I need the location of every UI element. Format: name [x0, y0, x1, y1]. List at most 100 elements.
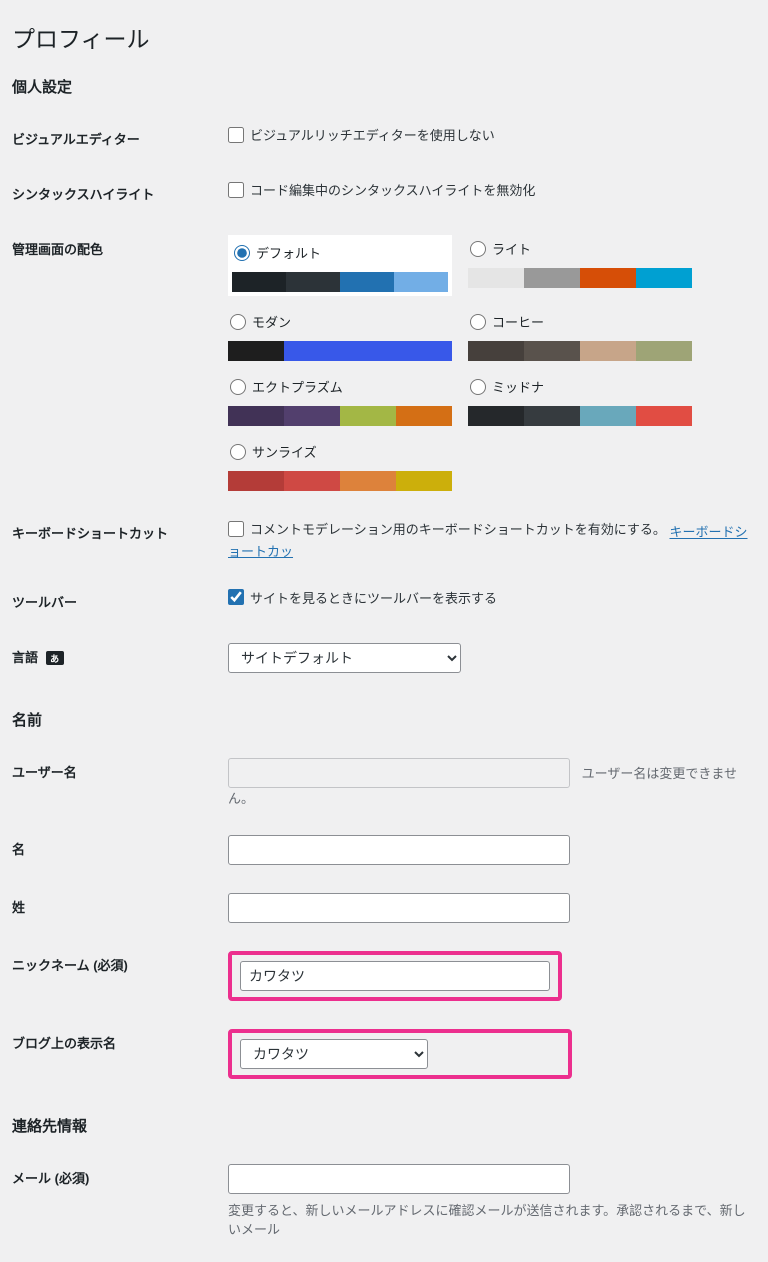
color-swatch — [636, 268, 692, 288]
color-swatch — [524, 268, 580, 288]
color-swatches — [468, 341, 692, 361]
section-name: 名前 — [12, 709, 756, 730]
color-swatch — [468, 406, 524, 426]
color-swatch — [468, 268, 524, 288]
email-label: メール (必須) — [12, 1150, 218, 1252]
language-label-text: 言語 — [12, 650, 38, 665]
color-swatch — [524, 406, 580, 426]
color-swatch — [286, 272, 340, 292]
color-scheme-option[interactable]: サンライズ — [228, 438, 452, 491]
color-scheme-option[interactable]: エクトプラズム — [228, 373, 452, 426]
display-name-highlight: カワタツ — [228, 1029, 572, 1079]
syntax-label: シンタックスハイライト — [12, 166, 218, 221]
language-label: 言語 あ — [12, 629, 218, 687]
color-swatch — [636, 406, 692, 426]
color-scheme-label[interactable]: モダン — [228, 308, 452, 341]
visual-editor-label: ビジュアルエディター — [12, 111, 218, 166]
color-scheme-name: デフォルト — [256, 243, 321, 262]
color-swatches — [228, 341, 452, 361]
color-scheme-radio[interactable] — [234, 245, 250, 261]
keyboard-checkbox[interactable] — [228, 521, 244, 537]
keyboard-label: キーボードショートカット — [12, 505, 218, 574]
color-swatch — [340, 272, 394, 292]
color-scheme-grid: デフォルト ライトモダン コーヒーエクトプラズム ミッドナサンライズ — [228, 235, 756, 491]
nickname-input[interactable] — [240, 961, 550, 991]
last-name-label: 姓 — [12, 879, 218, 937]
toolbar-checkbox-text: サイトを見るときにツールバーを表示する — [250, 588, 497, 607]
toolbar-checkbox-label[interactable]: サイトを見るときにツールバーを表示する — [228, 588, 497, 607]
keyboard-checkbox-label[interactable]: コメントモデレーション用のキーボードショートカットを有効にする。 — [228, 519, 666, 538]
color-scheme-radio[interactable] — [470, 379, 486, 395]
page-title: プロフィール — [12, 20, 756, 54]
email-input[interactable] — [228, 1164, 570, 1194]
keyboard-checkbox-text: コメントモデレーション用のキーボードショートカットを有効にする。 — [250, 519, 666, 538]
color-swatch — [468, 341, 524, 361]
color-swatch — [228, 406, 284, 426]
username-input — [228, 758, 570, 788]
color-swatch — [636, 341, 692, 361]
color-swatch — [340, 406, 396, 426]
color-swatch — [340, 341, 396, 361]
last-name-input[interactable] — [228, 893, 570, 923]
color-swatch — [228, 341, 284, 361]
color-scheme-name: モダン — [252, 312, 291, 331]
color-swatch — [284, 471, 340, 491]
color-swatch — [396, 406, 452, 426]
color-scheme-label[interactable]: コーヒー — [468, 308, 692, 341]
syntax-checkbox-text: コード編集中のシンタックスハイライトを無効化 — [250, 180, 535, 199]
color-swatch — [232, 272, 286, 292]
color-scheme-name: ライト — [492, 239, 531, 258]
color-swatch — [284, 406, 340, 426]
first-name-input[interactable] — [228, 835, 570, 865]
color-scheme-name: サンライズ — [252, 442, 317, 461]
color-scheme-radio[interactable] — [230, 444, 246, 460]
color-swatches — [468, 406, 692, 426]
color-swatch — [340, 471, 396, 491]
color-swatches — [228, 406, 452, 426]
color-scheme-label[interactable]: デフォルト — [232, 239, 448, 272]
color-scheme-option[interactable]: コーヒー — [468, 308, 692, 361]
syntax-checkbox-label[interactable]: コード編集中のシンタックスハイライトを無効化 — [228, 180, 535, 199]
color-scheme-radio[interactable] — [230, 379, 246, 395]
color-scheme-name: エクトプラズム — [252, 377, 343, 396]
color-swatch — [580, 406, 636, 426]
color-scheme-option[interactable]: ミッドナ — [468, 373, 692, 426]
color-swatch — [580, 341, 636, 361]
first-name-label: 名 — [12, 821, 218, 879]
username-label: ユーザー名 — [12, 744, 218, 821]
translate-icon: あ — [46, 651, 64, 665]
color-scheme-radio[interactable] — [230, 314, 246, 330]
color-swatch — [580, 268, 636, 288]
visual-editor-checkbox-label[interactable]: ビジュアルリッチエディターを使用しない — [228, 125, 495, 144]
color-swatches — [468, 268, 692, 288]
visual-editor-checkbox[interactable] — [228, 127, 244, 143]
color-scheme-label[interactable]: ライト — [468, 235, 692, 268]
color-scheme-radio[interactable] — [470, 314, 486, 330]
color-swatch — [524, 341, 580, 361]
nickname-label: ニックネーム (必須) — [12, 937, 218, 1015]
visual-editor-checkbox-text: ビジュアルリッチエディターを使用しない — [250, 125, 495, 144]
color-swatch — [394, 272, 448, 292]
syntax-checkbox[interactable] — [228, 182, 244, 198]
toolbar-checkbox[interactable] — [228, 589, 244, 605]
display-name-select[interactable]: カワタツ — [240, 1039, 428, 1069]
color-scheme-option[interactable]: デフォルト — [228, 235, 452, 296]
toolbar-label: ツールバー — [12, 574, 218, 629]
color-scheme-label: 管理画面の配色 — [12, 221, 218, 505]
color-scheme-label[interactable]: エクトプラズム — [228, 373, 452, 406]
color-swatch — [396, 341, 452, 361]
color-swatch — [284, 341, 340, 361]
color-scheme-option[interactable]: モダン — [228, 308, 452, 361]
color-swatch — [396, 471, 452, 491]
color-scheme-label[interactable]: ミッドナ — [468, 373, 692, 406]
color-scheme-radio[interactable] — [470, 241, 486, 257]
color-swatches — [232, 272, 448, 292]
color-scheme-name: コーヒー — [492, 312, 544, 331]
display-name-label: ブログ上の表示名 — [12, 1015, 218, 1093]
color-swatch — [228, 471, 284, 491]
color-swatches — [228, 471, 452, 491]
color-scheme-name: ミッドナ — [492, 377, 544, 396]
color-scheme-label[interactable]: サンライズ — [228, 438, 452, 471]
language-select[interactable]: サイトデフォルト — [228, 643, 461, 673]
color-scheme-option[interactable]: ライト — [468, 235, 692, 296]
